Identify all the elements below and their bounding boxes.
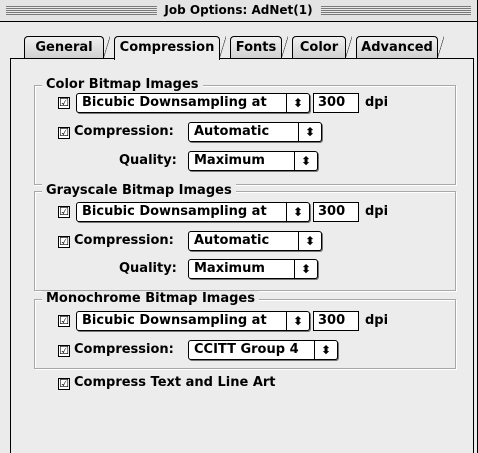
- monochrome-resolution-input[interactable]: [318, 313, 358, 328]
- color-quality-popup[interactable]: Maximum ⬍: [188, 151, 318, 171]
- monochrome-resolution-field[interactable]: [313, 311, 359, 331]
- job-options-window: Job Options: AdNet(1) General Compressio…: [0, 0, 478, 453]
- popup-arrows-icon: ⬍: [286, 203, 309, 221]
- color-resolution-input[interactable]: [318, 95, 358, 110]
- grayscale-downsample-popup[interactable]: Bicubic Downsampling at ⬍: [76, 202, 310, 222]
- tab-color[interactable]: Color: [292, 36, 352, 59]
- grayscale-resolution-input[interactable]: [318, 204, 358, 219]
- grayscale-downsample-value: Bicubic Downsampling at: [82, 204, 267, 219]
- color-downsample-checkbox[interactable]: ☑: [58, 97, 70, 109]
- tab-compression[interactable]: Compression: [114, 36, 226, 60]
- grayscale-compression-label: Compression:: [74, 233, 174, 248]
- popup-arrows-icon: ⬍: [286, 312, 309, 330]
- grayscale-compression-popup[interactable]: Automatic ⬍: [188, 231, 322, 251]
- tab-fonts[interactable]: Fonts: [230, 36, 288, 59]
- color-bitmap-title: Color Bitmap Images: [42, 77, 203, 93]
- compress-text-label: Compress Text and Line Art: [74, 375, 276, 390]
- monochrome-compression-value: CCITT Group 4: [194, 342, 299, 357]
- grayscale-downsample-checkbox[interactable]: ☑: [58, 206, 70, 218]
- monochrome-compression-popup[interactable]: CCITT Group 4 ⬍: [188, 340, 338, 360]
- grayscale-bitmap-title: Grayscale Bitmap Images: [42, 183, 236, 199]
- color-dpi-unit: dpi: [365, 95, 389, 110]
- color-compression-value: Automatic: [194, 124, 270, 139]
- popup-arrows-icon: ⬍: [294, 152, 317, 170]
- color-compression-popup[interactable]: Automatic ⬍: [188, 122, 322, 142]
- tab-advanced[interactable]: Advanced: [356, 36, 444, 59]
- monochrome-bitmap-title: Monochrome Bitmap Images: [42, 291, 259, 307]
- popup-arrows-icon: ⬍: [298, 123, 321, 141]
- color-quality-value: Maximum: [194, 153, 265, 168]
- monochrome-compression-label: Compression:: [74, 342, 174, 357]
- tab-general[interactable]: General: [24, 36, 110, 59]
- monochrome-dpi-unit: dpi: [365, 313, 389, 328]
- popup-arrows-icon: ⬍: [286, 94, 309, 112]
- grayscale-dpi-unit: dpi: [365, 204, 389, 219]
- color-downsample-popup[interactable]: Bicubic Downsampling at ⬍: [76, 93, 310, 113]
- grayscale-compression-value: Automatic: [194, 233, 270, 248]
- monochrome-downsample-checkbox[interactable]: ☑: [58, 315, 70, 327]
- color-compression-label: Compression:: [74, 124, 174, 139]
- popup-arrows-icon: ⬍: [298, 232, 321, 250]
- title-bar[interactable]: Job Options: AdNet(1): [0, 0, 477, 22]
- window-title: Job Options: AdNet(1): [156, 2, 321, 19]
- color-downsample-value: Bicubic Downsampling at: [82, 95, 267, 110]
- color-compression-checkbox[interactable]: ☑: [58, 127, 70, 139]
- grayscale-compression-checkbox[interactable]: ☑: [58, 236, 70, 248]
- monochrome-downsample-value: Bicubic Downsampling at: [82, 313, 267, 328]
- monochrome-downsample-popup[interactable]: Bicubic Downsampling at ⬍: [76, 311, 310, 331]
- grayscale-resolution-field[interactable]: [313, 202, 359, 222]
- color-resolution-field[interactable]: [313, 93, 359, 113]
- monochrome-compression-checkbox[interactable]: ☑: [58, 345, 70, 357]
- grayscale-quality-label: Quality:: [119, 261, 177, 276]
- popup-arrows-icon: ⬍: [314, 341, 337, 359]
- grayscale-quality-value: Maximum: [194, 261, 265, 276]
- grayscale-quality-popup[interactable]: Maximum ⬍: [188, 259, 318, 279]
- color-quality-label: Quality:: [119, 153, 177, 168]
- compress-text-checkbox[interactable]: ☑: [58, 378, 70, 390]
- popup-arrows-icon: ⬍: [294, 260, 317, 278]
